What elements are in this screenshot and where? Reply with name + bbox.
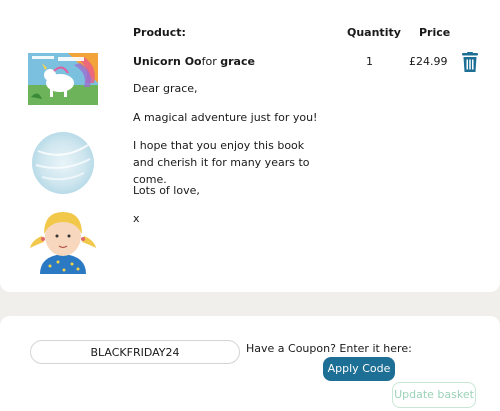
book-cover-image[interactable]	[28, 53, 98, 105]
message-line-2: A magical adventure just for you!	[133, 111, 318, 124]
basket-item-card: Product: Quantity Price Unicorn Oofor gr…	[0, 0, 500, 292]
message-signature: x	[133, 212, 140, 225]
price-value: £24.99	[409, 55, 448, 68]
message-greeting: Dear grace,	[133, 82, 198, 95]
coupon-label: Have a Coupon? Enter it here:	[246, 342, 412, 355]
trash-icon[interactable]	[462, 52, 478, 72]
price-header: Price	[419, 26, 451, 39]
message-line-3: I hope that you enjoy this book and cher…	[133, 139, 310, 186]
quantity-header: Quantity	[347, 26, 401, 39]
product-header: Product:	[133, 26, 186, 39]
quantity-value: 1	[366, 55, 373, 68]
product-name-connector: for	[201, 55, 217, 68]
product-name-title: Unicorn Oo	[133, 55, 202, 68]
customization-preview-image	[28, 131, 98, 195]
coupon-input[interactable]	[30, 340, 240, 364]
message-signoff: Lots of love,	[133, 184, 200, 197]
avatar	[28, 206, 98, 274]
product-name[interactable]: Unicorn Oofor grace	[133, 55, 255, 68]
update-basket-button[interactable]: Update basket	[392, 382, 476, 408]
apply-code-button[interactable]: Apply Code	[323, 357, 395, 381]
product-name-recipient: grace	[220, 55, 255, 68]
